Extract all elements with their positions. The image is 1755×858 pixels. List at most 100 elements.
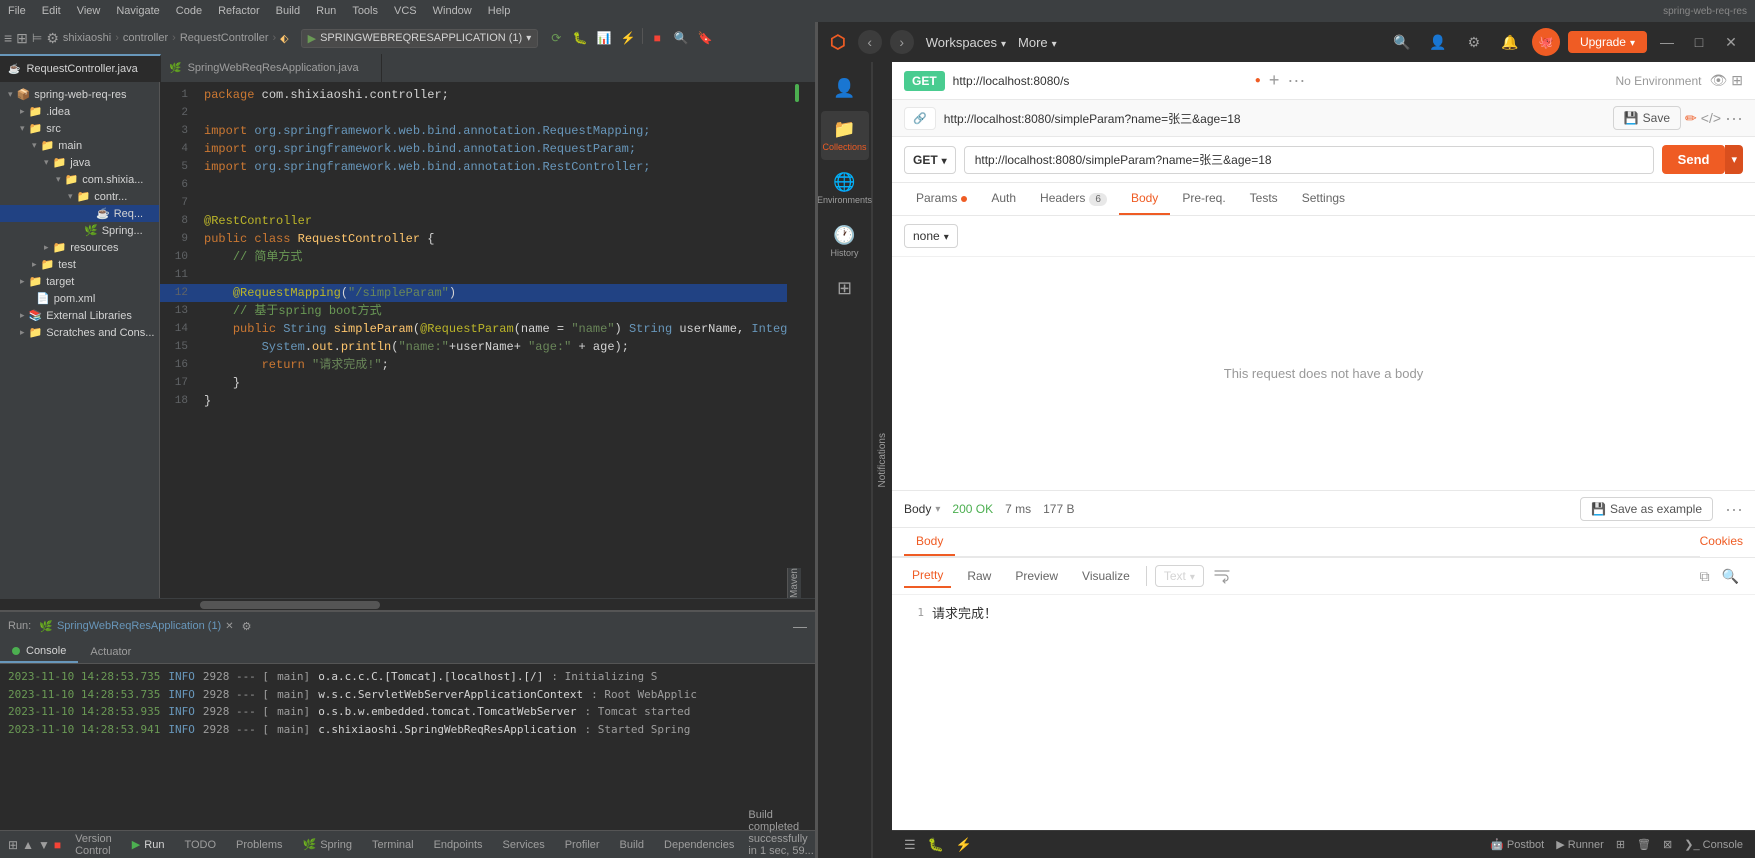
toolbar-reload-icon[interactable]: ⟳ [546,28,566,48]
tab-params[interactable]: Params [904,183,979,215]
window-maximize-button[interactable]: □ [1687,30,1711,54]
send-dropdown-button[interactable]: ▾ [1725,145,1743,174]
tree-target[interactable]: ▸ 📁 target [0,273,159,290]
breadcrumb-controller[interactable]: controller [123,32,168,44]
copy-icon-button[interactable]: ⧉ [1696,566,1714,587]
menu-edit[interactable]: Edit [42,5,61,17]
toolbar-profile-icon[interactable]: ⚡ [618,28,638,48]
tree-controller-pkg[interactable]: ▾ 📁 contr... [0,188,159,205]
runner-label[interactable]: ▶ Runner [1556,838,1604,851]
sidebar-item-collections[interactable]: 📁 Collections [821,111,869,160]
menu-run[interactable]: Run [316,5,336,17]
run-up-icon[interactable]: ▲ [22,838,34,852]
toolbar-stop-icon[interactable]: ■ [647,28,667,48]
tab-request-controller[interactable]: ☕ RequestController.java ✕ [0,54,161,82]
eye-icon[interactable]: 👁 [1709,72,1727,89]
breadcrumb-class[interactable]: RequestController [180,32,269,44]
menu-view[interactable]: View [77,5,101,17]
breadcrumb-project[interactable]: shixiaoshi [63,32,111,44]
tree-idea[interactable]: ▸ 📁 .idea [0,103,159,120]
menu-file[interactable]: File [8,5,26,17]
menu-navigate[interactable]: Navigate [116,5,159,17]
tree-request-controller[interactable]: ☕ Req... [0,205,159,222]
code-icon-button[interactable]: </> [1701,106,1721,130]
bottom-tab-actuator[interactable]: Actuator [78,640,143,663]
bottom-icon-1[interactable]: ☰ [904,837,916,853]
sidebar-item-environments[interactable]: 🌐 Environments [821,164,869,213]
bottom-icon-2[interactable]: 🐛 [928,837,944,853]
sidebar-item-account[interactable]: 👤 [821,70,869,107]
wordwrap-icon[interactable] [1212,566,1232,586]
edit-icon-button[interactable]: ✏ [1685,106,1697,130]
tab-settings[interactable]: Settings [1290,183,1357,215]
scrollbar-thumb[interactable] [200,601,380,609]
toolbar-icon-settings[interactable]: ⚙ [46,30,59,47]
send-button[interactable]: Send [1662,145,1726,174]
menu-vcs[interactable]: VCS [394,5,417,17]
menu-refactor[interactable]: Refactor [218,5,260,17]
more-dots-button[interactable]: ··· [1725,106,1743,130]
tree-test[interactable]: ▸ 📁 test [0,256,159,273]
upgrade-button[interactable]: Upgrade [1568,31,1647,53]
tab-pre-req[interactable]: Pre-req. [1170,183,1237,215]
nav-back-button[interactable]: ‹ [858,30,882,54]
tree-scratches[interactable]: ▸ 📁 Scratches and Cons... [0,324,159,341]
save-button[interactable]: 💾 Save [1613,106,1681,130]
tree-src[interactable]: ▾ 📁 src [0,120,159,137]
format-raw[interactable]: Raw [959,565,999,587]
app-label[interactable]: 🌿 SpringWebReqResApplication (1) ✕ [39,620,233,633]
window-close-button[interactable]: ✕ [1719,30,1743,54]
tab-tests[interactable]: Tests [1238,183,1290,215]
trash-icon[interactable]: 🗑 [1637,838,1651,851]
bottom-build[interactable]: Build [614,837,650,853]
tab-auth[interactable]: Auth [979,183,1028,215]
url-input[interactable] [964,146,1654,174]
panel-close-icon[interactable]: — [793,618,807,634]
run-down-icon[interactable]: ▼ [38,838,50,852]
postbot-label[interactable]: 🤖 Postbot [1490,838,1544,851]
tree-spring-app[interactable]: 🌿 Spring... [0,222,159,239]
invite-button[interactable]: 👤 [1424,28,1452,56]
body-type-select[interactable]: none [904,224,958,248]
menu-code[interactable]: Code [176,5,202,17]
bottom-dependencies[interactable]: Dependencies [658,837,740,853]
menu-build[interactable]: Build [276,5,300,17]
tab-body[interactable]: Body [1119,183,1170,215]
workspaces-button[interactable]: Workspaces [926,35,1006,50]
toolbar-icon-hamburger[interactable]: ≡ [4,30,12,46]
toolbar-search-icon[interactable]: 🔍 [671,28,691,48]
bottom-tab-console[interactable]: Console [0,640,78,663]
tab-headers[interactable]: Headers6 [1028,183,1119,215]
method-select[interactable]: GET [904,146,956,174]
nav-forward-button[interactable]: › [890,30,914,54]
tree-main[interactable]: ▾ 📁 main [0,137,159,154]
resp-tab-body[interactable]: Body [904,528,955,556]
tree-pom[interactable]: 📄 pom.xml [0,290,159,307]
save-as-example-button[interactable]: 💾 Save as example [1580,497,1713,521]
bottom-icon-3[interactable]: ⚡ [956,837,972,853]
bottom-problems[interactable]: Problems [230,837,288,853]
settings-button[interactable]: ⚙ [1460,28,1488,56]
more-button[interactable]: More [1018,35,1057,50]
breadcrumb-method[interactable]: ⬖ [280,32,288,45]
format-visualize[interactable]: Visualize [1074,565,1138,587]
format-preview[interactable]: Preview [1007,565,1066,587]
menu-tools[interactable]: Tools [352,5,378,17]
cookies-link[interactable]: Cookies [1700,528,1755,557]
user-avatar[interactable]: 🐙 [1532,28,1560,56]
bottom-services[interactable]: Services [497,837,551,853]
notifications-button[interactable]: 🔔 [1496,28,1524,56]
menu-help[interactable]: Help [488,5,511,17]
menu-window[interactable]: Window [433,5,472,17]
search-in-response-button[interactable]: 🔍 [1718,566,1743,587]
toolbar-bookmark-icon[interactable]: 🔖 [695,28,715,48]
expand-icon[interactable]: ⊞ [1731,72,1743,89]
bottom-spring[interactable]: 🌿 Spring [297,836,359,853]
settings-copy-icon[interactable]: ⊞ [1616,838,1625,851]
search-button[interactable]: 🔍 [1388,28,1416,56]
response-more-button[interactable]: ··· [1725,499,1743,520]
maven-panel[interactable]: Maven [787,568,801,598]
run-config-selector[interactable]: ▶ SPRINGWEBREQRESAPPLICATION (1) [301,29,539,48]
bottom-terminal[interactable]: Terminal [366,837,420,853]
bottom-run[interactable]: ▶ Run [126,836,171,853]
